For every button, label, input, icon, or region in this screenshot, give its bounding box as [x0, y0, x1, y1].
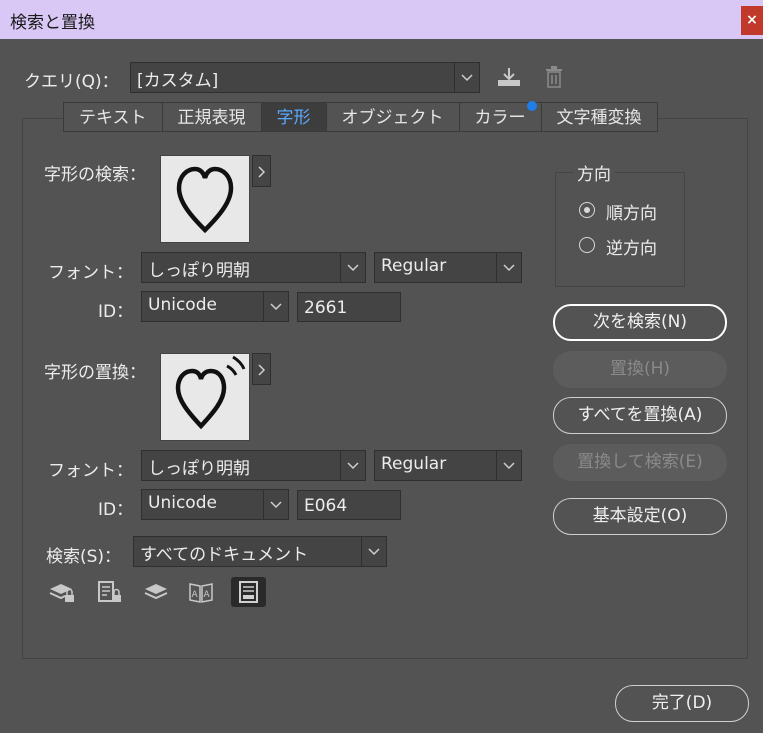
search-scope-label: 検索(S)： [46, 547, 122, 567]
tab-color[interactable]: カラー [458, 101, 541, 132]
svg-text:A: A [204, 590, 211, 600]
search-scope-value: すべてのドキュメント [140, 545, 309, 565]
master-pages-icon[interactable]: AA [188, 580, 216, 609]
change-id-label: ID： [98, 500, 134, 520]
chevron-down-icon [263, 490, 288, 519]
chevron-down-icon [340, 253, 365, 282]
forward-radio[interactable] [579, 202, 595, 218]
query-label: クエリ(Q)： [24, 72, 119, 92]
change-find-button[interactable]: 置換して検索(E) [553, 444, 727, 481]
tab-label: 文字種変換 [556, 108, 642, 128]
query-dropdown[interactable]: [カスタム] [130, 62, 480, 93]
change-button[interactable]: 置換(H) [553, 351, 727, 388]
done-button[interactable]: 完了(D) [615, 685, 749, 722]
chevron-right-icon [258, 364, 266, 376]
heart-glyph-icon [175, 355, 246, 430]
forward-label: 順方向 [606, 204, 657, 224]
tab-text[interactable]: テキスト [63, 102, 162, 132]
find-font-dropdown[interactable]: しっぽり明朝 [141, 252, 366, 283]
change-id-input[interactable]: E064 [297, 490, 401, 520]
change-font-value: しっぽり明朝 [148, 459, 250, 479]
footnotes-icon[interactable] [231, 577, 266, 607]
hidden-layers-icon[interactable] [143, 580, 171, 609]
find-style-dropdown[interactable]: Regular [374, 252, 522, 283]
backward-label: 逆方向 [606, 239, 657, 259]
find-id-type-value: Unicode [148, 295, 217, 315]
tab-transliterate[interactable]: 文字種変換 [540, 102, 658, 132]
find-id-input[interactable]: 2661 [297, 292, 401, 322]
direction-group [555, 172, 685, 287]
tab-label: カラー [474, 108, 526, 128]
tab-bar: テキスト 正規表現 字形 オブジェクト カラー 文字種変換 [63, 101, 658, 132]
chevron-down-icon [361, 537, 386, 566]
find-font-value: しっぽり明朝 [148, 261, 250, 281]
svg-text:A: A [192, 590, 199, 600]
save-query-icon[interactable] [496, 66, 522, 93]
change-glyph-label: 字形の置換： [44, 363, 146, 383]
change-id-type-value: Unicode [148, 493, 217, 513]
chevron-down-icon [263, 292, 288, 321]
window-title: 検索と置換 [10, 13, 95, 33]
tab-label: 字形 [276, 108, 311, 128]
trash-icon[interactable] [544, 66, 564, 93]
locked-layers-icon[interactable] [48, 580, 76, 609]
chevron-down-icon [496, 451, 521, 480]
direction-label: 方向 [573, 160, 615, 185]
title-bar [0, 0, 763, 39]
tab-label: オブジェクト [341, 108, 444, 128]
basic-settings-button[interactable]: 基本設定(O) [553, 498, 727, 535]
chevron-down-icon [454, 63, 479, 92]
find-style-value: Regular [381, 256, 447, 276]
tab-glyph[interactable]: 字形 [260, 102, 326, 132]
change-style-value: Regular [381, 454, 447, 474]
change-id-type-dropdown[interactable]: Unicode [141, 489, 289, 520]
find-next-button[interactable]: 次を検索(N) [553, 304, 727, 341]
backward-radio[interactable] [579, 237, 595, 253]
find-font-label: フォント： [48, 263, 133, 283]
chevron-down-icon [496, 253, 521, 282]
locked-stories-icon[interactable] [96, 580, 124, 609]
find-id-label: ID： [98, 302, 134, 322]
query-value: [カスタム] [137, 71, 219, 91]
tab-object[interactable]: オブジェクト [325, 102, 459, 132]
find-glyph-label: 字形の検索： [44, 165, 146, 185]
tab-badge [526, 101, 537, 111]
change-style-dropdown[interactable]: Regular [374, 450, 522, 481]
tab-label: テキスト [79, 108, 147, 128]
search-scope-dropdown[interactable]: すべてのドキュメント [133, 536, 387, 567]
tab-label: 正規表現 [177, 108, 246, 128]
heart-glyph-icon [176, 166, 234, 234]
chevron-down-icon [340, 451, 365, 480]
change-font-label: フォント： [48, 461, 133, 481]
change-glyph-preview[interactable] [160, 353, 250, 441]
find-glyph-preview[interactable] [160, 155, 250, 243]
find-id-type-dropdown[interactable]: Unicode [141, 291, 289, 322]
change-font-dropdown[interactable]: しっぽり明朝 [141, 450, 366, 481]
find-glyph-picker-button[interactable] [252, 155, 271, 187]
close-button[interactable]: × [741, 6, 763, 35]
change-glyph-picker-button[interactable] [252, 353, 271, 385]
change-all-button[interactable]: すべてを置換(A) [553, 397, 727, 434]
tab-grep[interactable]: 正規表現 [161, 102, 261, 132]
chevron-right-icon [258, 166, 266, 178]
